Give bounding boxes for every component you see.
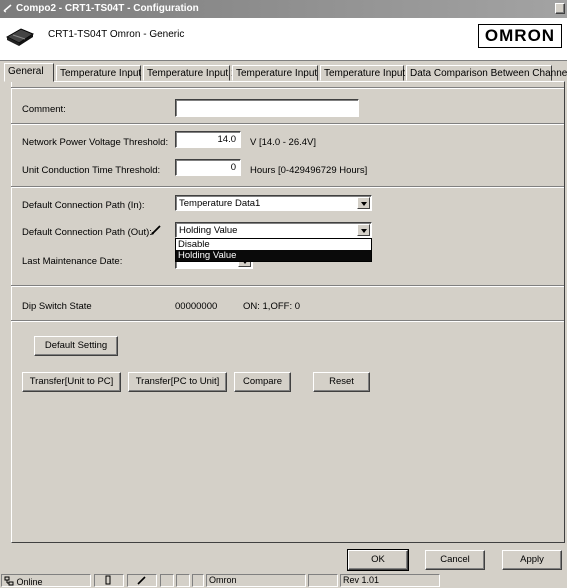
status-online-cell: Online (1, 574, 91, 587)
tab-temperature-input-0[interactable]: Temperature Input 0 (56, 65, 150, 81)
status-cell (192, 574, 204, 587)
reset-button[interactable]: Reset (313, 372, 370, 392)
tab-temperature-input-1[interactable]: Temperature Input 1 (143, 65, 237, 81)
path-in-select[interactable]: Temperature Data1 (175, 195, 372, 211)
status-edit-cell (127, 574, 157, 587)
comment-label: Comment: (22, 104, 66, 115)
pencil-icon (137, 576, 146, 585)
status-online: Online (16, 577, 43, 587)
apply-button[interactable]: Apply (502, 550, 562, 570)
device-icon (105, 575, 111, 585)
option-disable[interactable]: Disable (176, 239, 371, 250)
tab-strip: General Temperature Input 0 Temperature … (2, 63, 567, 82)
uct-threshold-input[interactable]: 0 (175, 159, 241, 176)
path-out-label: Default Connection Path (Out): (22, 227, 152, 238)
general-panel (11, 81, 565, 543)
default-setting-button[interactable]: Default Setting (34, 336, 118, 356)
separator (11, 320, 564, 322)
path-out-select[interactable]: Holding Value (175, 222, 372, 238)
dip-switch-label: Dip Switch State (22, 301, 92, 312)
separator (11, 123, 564, 125)
option-holding-value[interactable]: Holding Value (176, 250, 371, 261)
status-revision: Rev 1.01 (340, 574, 440, 587)
window-title: Compo2 - CRT1-TS04T - Configuration (16, 3, 199, 14)
separator (11, 87, 564, 89)
status-cell (160, 574, 174, 587)
path-out-dropdown-list: Disable Holding Value (175, 238, 372, 262)
close-window-button[interactable] (555, 3, 565, 14)
npv-threshold-input[interactable]: 14.0 (175, 131, 241, 148)
ok-button[interactable]: OK (347, 549, 409, 571)
tab-temperature-input-2[interactable]: Temperature Input 2 (232, 65, 326, 81)
separator (11, 285, 564, 287)
status-cell (308, 574, 338, 587)
maintenance-date-label: Last Maintenance Date: (22, 256, 123, 267)
separator (11, 186, 564, 188)
dip-switch-value: 00000000 (175, 301, 218, 312)
status-cell (176, 574, 190, 587)
uct-threshold-unit: Hours [0-429496729 Hours] (250, 165, 368, 176)
cancel-button[interactable]: Cancel (425, 550, 485, 570)
device-header: CRT1-TS04T Omron - Generic OMRON (0, 18, 567, 61)
title-bar: Compo2 - CRT1-TS04T - Configuration (0, 0, 567, 18)
tab-general[interactable]: General (4, 63, 54, 82)
omron-logo: OMRON (478, 24, 562, 48)
chevron-down-icon[interactable] (357, 197, 370, 209)
compare-button[interactable]: Compare (234, 372, 291, 392)
window-icon (3, 4, 12, 13)
pencil-icon (151, 225, 161, 235)
device-name: CRT1-TS04T Omron - Generic (48, 29, 185, 40)
network-icon (4, 576, 14, 586)
tab-temperature-input-3[interactable]: Temperature Input 3 (320, 65, 414, 81)
config-window: Compo2 - CRT1-TS04T - Configuration CRT1… (0, 0, 567, 588)
npv-threshold-label: Network Power Voltage Threshold: (22, 137, 169, 148)
transfer-unit-to-pc-button[interactable]: Transfer[Unit to PC] (22, 372, 121, 392)
npv-threshold-unit: V [14.0 - 26.4V] (250, 137, 317, 148)
tab-data-comparison[interactable]: Data Comparison Between Channels (406, 65, 567, 81)
status-vendor: Omron (206, 574, 306, 587)
comment-input[interactable] (175, 99, 359, 117)
status-bar: Online Omron Rev 1.01 (0, 573, 567, 588)
dip-switch-legend: ON: 1,OFF: 0 (243, 301, 301, 312)
device-module-icon (5, 28, 35, 46)
status-device-cell (94, 574, 124, 587)
chevron-down-icon[interactable] (357, 224, 370, 236)
transfer-pc-to-unit-button[interactable]: Transfer[PC to Unit] (128, 372, 227, 392)
path-in-label: Default Connection Path (In): (22, 200, 145, 211)
uct-threshold-label: Unit Conduction Time Threshold: (22, 165, 161, 176)
